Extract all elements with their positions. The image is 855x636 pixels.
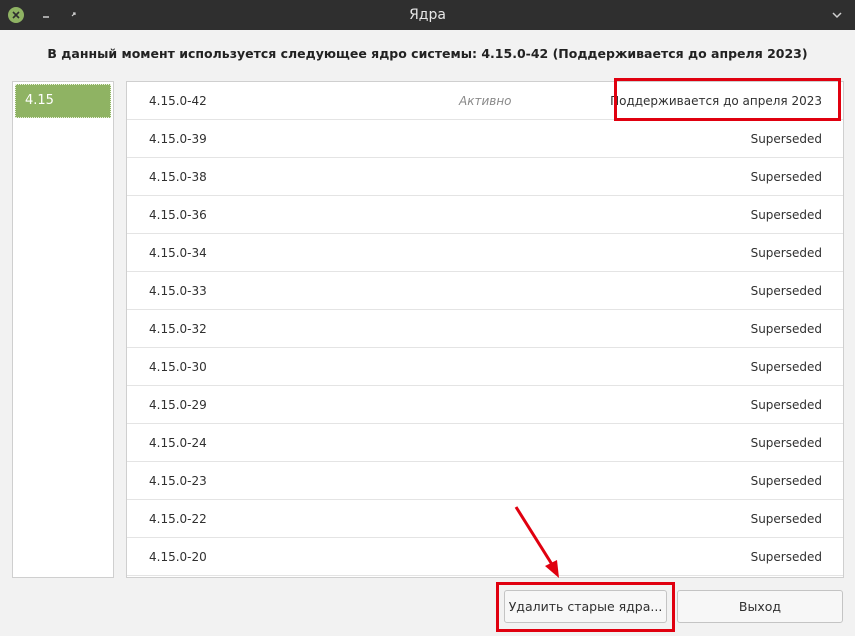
annotation-arrow-icon	[514, 506, 559, 578]
